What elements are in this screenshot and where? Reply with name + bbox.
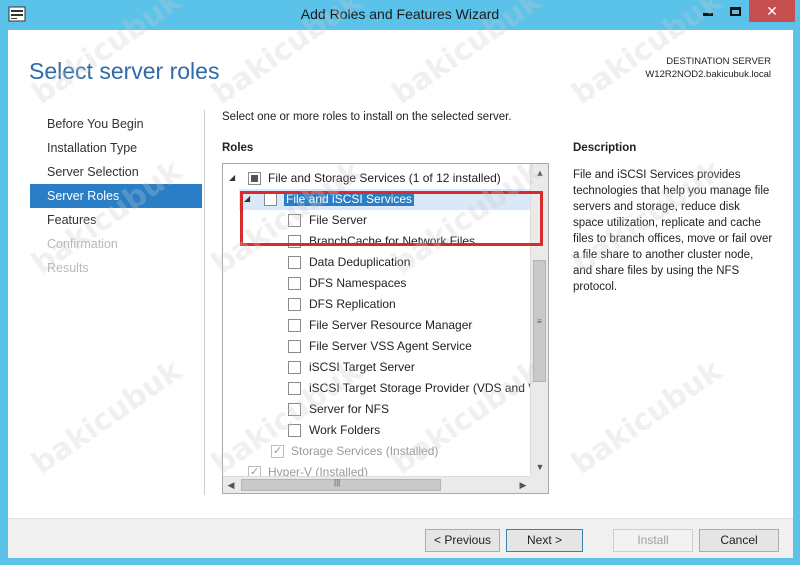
role-label: Storage Services (Installed) <box>291 444 439 458</box>
install-button: Install <box>613 529 693 552</box>
scroll-down-icon[interactable]: ▼ <box>531 458 548 476</box>
tree-row-storage-services: Storage Services (Installed) <box>223 441 531 462</box>
cancel-button[interactable]: Cancel <box>699 529 779 552</box>
role-label: iSCSI Target Server <box>309 360 415 374</box>
horizontal-scrollbar[interactable]: ◀ ||| ▶ <box>223 476 531 493</box>
role-checkbox[interactable] <box>248 172 261 185</box>
role-label: File Server <box>309 213 368 227</box>
role-checkbox[interactable] <box>288 361 301 374</box>
description-heading: Description <box>573 142 637 154</box>
role-label: Hyper-V (Installed) <box>268 465 369 476</box>
tree-row-file-iscsi-services[interactable]: ◢ File and iSCSI Services <box>239 189 531 210</box>
destination-server-value: W12R2NOD2.bakicubuk.local <box>645 69 771 80</box>
close-button[interactable]: ✕ <box>749 0 795 22</box>
wizard-steps-nav: Before You Begin Installation Type Serve… <box>30 112 202 280</box>
vertical-scrollbar[interactable]: ▲ ≡ ▼ <box>530 164 548 476</box>
role-label: Work Folders <box>309 423 381 437</box>
scroll-up-icon[interactable]: ▲ <box>531 164 548 182</box>
role-label: Server for NFS <box>309 402 390 416</box>
nav-step-server-roles[interactable]: Server Roles <box>30 184 202 208</box>
vertical-scroll-thumb[interactable]: ≡ <box>533 260 546 382</box>
role-checkbox[interactable] <box>288 214 301 227</box>
role-label: File and Storage Services (1 of 12 insta… <box>268 171 501 185</box>
role-checkbox <box>248 465 261 476</box>
role-label: File and iSCSI Services <box>284 192 415 206</box>
role-label: DFS Replication <box>309 297 396 311</box>
wizard-header: Select server roles DESTINATION SERVER W… <box>8 30 793 100</box>
nav-step-before-you-begin[interactable]: Before You Begin <box>30 112 202 136</box>
role-label: BranchCache for Network Files <box>309 234 476 248</box>
maximize-button[interactable] <box>722 0 748 22</box>
tree-row-dfs-replication[interactable]: DFS Replication <box>223 294 531 315</box>
minimize-button[interactable] <box>695 0 721 22</box>
role-checkbox[interactable] <box>288 403 301 416</box>
next-button[interactable]: Next > <box>506 529 583 552</box>
tree-row-hyper-v: Hyper-V (Installed) <box>223 462 531 476</box>
wizard-window: Add Roles and Features Wizard ✕ Select s… <box>0 0 800 565</box>
previous-button[interactable]: < Previous <box>425 529 500 552</box>
tree-row-branchcache[interactable]: BranchCache for Network Files <box>223 231 531 252</box>
wizard-footer: < Previous Next > Install Cancel <box>8 518 793 558</box>
tree-row-server-for-nfs[interactable]: Server for NFS <box>223 399 531 420</box>
tree-row-fsrm[interactable]: File Server Resource Manager <box>223 315 531 336</box>
grip-icon: ≡ <box>537 317 542 326</box>
nav-step-installation-type[interactable]: Installation Type <box>30 136 202 160</box>
nav-step-confirmation: Confirmation <box>47 237 118 251</box>
scroll-left-icon[interactable]: ◀ <box>223 477 239 493</box>
page-title: Select server roles <box>29 58 220 84</box>
role-label: DFS Namespaces <box>309 276 407 290</box>
tree-row-work-folders[interactable]: Work Folders <box>223 420 531 441</box>
roles-tree-list: ◢ File and Storage Services (1 of 12 ins… <box>223 164 531 476</box>
role-checkbox <box>271 444 284 458</box>
nav-step-server-selection[interactable]: Server Selection <box>30 160 202 184</box>
tree-row-vss-agent[interactable]: File Server VSS Agent Service <box>223 336 531 357</box>
role-checkbox[interactable] <box>264 193 277 206</box>
minimize-icon <box>703 13 713 16</box>
tree-row-dfs-namespaces[interactable]: DFS Namespaces <box>223 273 531 294</box>
description-text: File and iSCSI Services provides technol… <box>573 169 773 293</box>
nav-step-results: Results <box>47 261 89 275</box>
collapse-arrow-icon[interactable]: ◢ <box>229 173 235 182</box>
role-checkbox[interactable] <box>288 256 301 269</box>
tree-row-file-server[interactable]: File Server <box>223 210 531 231</box>
intro-text: Select one or more roles to install on t… <box>222 111 512 123</box>
role-checkbox[interactable] <box>288 235 301 248</box>
roles-heading: Roles <box>222 142 254 154</box>
close-icon: ✕ <box>766 2 778 19</box>
role-checkbox[interactable] <box>288 340 301 353</box>
scroll-right-icon[interactable]: ▶ <box>515 477 531 493</box>
nav-divider <box>204 110 205 495</box>
collapse-arrow-icon[interactable]: ◢ <box>244 194 250 203</box>
role-checkbox[interactable] <box>288 277 301 290</box>
scrollbar-corner <box>530 476 548 493</box>
role-checkbox[interactable] <box>288 298 301 311</box>
role-label: Data Deduplication <box>309 255 411 269</box>
role-checkbox[interactable] <box>288 424 301 437</box>
role-label: File Server Resource Manager <box>309 318 473 332</box>
role-checkbox[interactable] <box>288 319 301 332</box>
wizard-body: Select server roles DESTINATION SERVER W… <box>8 30 793 558</box>
role-label: File Server VSS Agent Service <box>309 339 472 353</box>
tree-row-data-deduplication[interactable]: Data Deduplication <box>223 252 531 273</box>
horizontal-scroll-thumb[interactable]: ||| <box>241 478 441 491</box>
title-bar[interactable]: Add Roles and Features Wizard ✕ <box>0 0 800 30</box>
tree-row-iscsi-storage-provider[interactable]: iSCSI Target Storage Provider (VDS and V… <box>223 378 531 399</box>
roles-tree[interactable]: ◢ File and Storage Services (1 of 12 ins… <box>222 163 549 494</box>
role-label: iSCSI Target Storage Provider (VDS and V… <box>309 381 531 395</box>
tree-row-file-storage-services[interactable]: ◢ File and Storage Services (1 of 12 ins… <box>223 168 531 189</box>
tree-row-iscsi-target-server[interactable]: iSCSI Target Server <box>223 357 531 378</box>
window-title: Add Roles and Features Wizard <box>300 6 500 22</box>
grip-icon: ||| <box>334 478 341 487</box>
destination-server-label: DESTINATION SERVER <box>666 56 771 67</box>
maximize-icon <box>729 6 741 16</box>
role-checkbox[interactable] <box>288 382 301 395</box>
nav-step-features[interactable]: Features <box>30 208 202 232</box>
